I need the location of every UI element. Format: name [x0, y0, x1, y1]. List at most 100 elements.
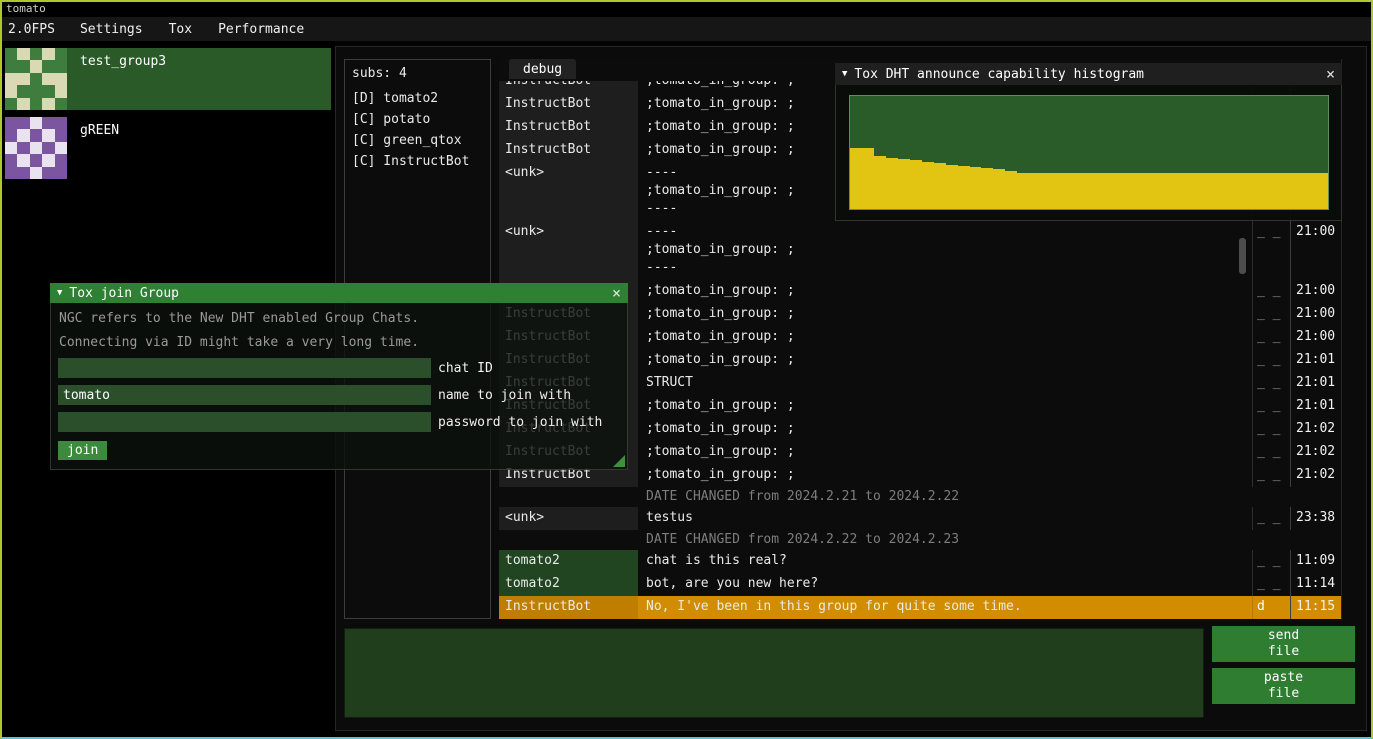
chat-scrollbar-thumb[interactable]	[1239, 238, 1246, 274]
chat-message-line: bot, are you new here?	[646, 575, 1252, 593]
histogram-bar	[886, 158, 898, 209]
window-title: tomato	[6, 2, 46, 15]
histogram-bar	[1197, 173, 1209, 209]
chat-time: 23:38	[1290, 507, 1336, 530]
menu-items: SettingsToxPerformance	[67, 17, 317, 41]
chat-message-line: ----	[646, 259, 1252, 277]
chat-flags: _ _	[1252, 550, 1290, 573]
chat-message-line: ----	[646, 223, 1252, 241]
histogram-bar	[1077, 173, 1089, 209]
histogram-bar	[1113, 173, 1125, 209]
join-window-titlebar[interactable]: ▼ Tox join Group ×	[50, 283, 628, 303]
close-icon[interactable]: ×	[1326, 67, 1335, 82]
send-file-label: file	[1268, 644, 1299, 660]
histogram-bar	[970, 167, 982, 209]
histogram-window-titlebar[interactable]: ▼ Tox DHT announce capability histogram …	[835, 63, 1342, 85]
member-item[interactable]: [C] green_qtox	[345, 130, 490, 151]
chat-message-line: ;tomato_in_group: ;	[646, 397, 1252, 415]
date-divider: DATE CHANGED from 2024.2.22 to 2024.2.23	[499, 530, 1341, 550]
join-button[interactable]: join	[58, 441, 107, 460]
message-input[interactable]	[344, 628, 1204, 718]
chat-time: 21:02	[1290, 441, 1336, 464]
resize-grip[interactable]	[613, 455, 625, 467]
menu-item-settings[interactable]: Settings	[67, 17, 156, 41]
chat-flags: _ _	[1252, 326, 1290, 349]
chat-sender: <unk>	[499, 162, 638, 221]
menu-item-tox[interactable]: Tox	[156, 17, 205, 41]
group-item-gREEN[interactable]: gREEN	[5, 117, 331, 179]
histogram-bar	[1209, 173, 1221, 209]
menubar: 2.0FPS SettingsToxPerformance	[0, 17, 1373, 41]
join-window-body: NGC refers to the New DHT enabled Group …	[50, 303, 628, 470]
histogram-bar	[1125, 173, 1137, 209]
histogram-bar	[1244, 173, 1256, 209]
histogram-bar	[850, 148, 862, 209]
group-name: gREEN	[80, 117, 119, 179]
chat-message-line: STRUCT	[646, 374, 1252, 392]
collapse-icon[interactable]: ▼	[57, 288, 62, 298]
paste-file-label: file	[1268, 686, 1299, 702]
chat-flags: d	[1252, 596, 1290, 619]
chat-message: chat is this real?	[638, 550, 1252, 573]
send-file-button[interactable]: send file	[1212, 626, 1355, 662]
group-item-test_group3[interactable]: test_group3	[5, 48, 331, 110]
histogram-bars	[850, 96, 1328, 209]
histogram-bar	[1137, 173, 1149, 209]
menu-item-performance[interactable]: Performance	[205, 17, 317, 41]
chat-sender: tomato2	[499, 573, 638, 596]
chat-sender: InstructBot	[499, 139, 638, 162]
histogram-window-body	[835, 85, 1342, 221]
histogram-bar	[922, 162, 934, 209]
histogram-bar	[1101, 173, 1113, 209]
member-item[interactable]: [C] potato	[345, 109, 490, 130]
chat-flags: _ _	[1252, 349, 1290, 372]
join-name-label: name to join with	[438, 388, 571, 403]
histogram-bar	[1185, 173, 1197, 209]
histogram-bar	[1280, 173, 1292, 209]
chat-sender: <unk>	[499, 507, 638, 530]
histogram-bar	[981, 168, 993, 209]
chat-message-line: testus	[646, 509, 1252, 527]
chat-message: ----;tomato_in_group: ;----	[638, 221, 1252, 280]
chat-message: ;tomato_in_group: ;	[638, 395, 1252, 418]
chat-flags: _ _	[1252, 303, 1290, 326]
chat-sender: InstructBot	[499, 93, 638, 116]
chat-row: <unk>----;tomato_in_group: ;----_ _21:00	[499, 221, 1341, 280]
close-icon[interactable]: ×	[612, 286, 621, 301]
send-file-label: send	[1268, 628, 1299, 644]
chat-time: 21:02	[1290, 464, 1336, 487]
chat-message-line: ;tomato_in_group: ;	[646, 466, 1252, 484]
chat-message-line: ;tomato_in_group: ;	[646, 420, 1252, 438]
chat-message: No, I've been in this group for quite so…	[638, 596, 1252, 619]
chat-time: 11:09	[1290, 550, 1336, 573]
histogram-bar	[1173, 173, 1185, 209]
join-password-label: password to join with	[438, 415, 602, 430]
histogram-bar	[1292, 173, 1304, 209]
chat-time: 21:00	[1290, 326, 1336, 349]
histogram-bar	[1041, 173, 1053, 209]
join-group-window: ▼ Tox join Group × NGC refers to the New…	[50, 283, 628, 470]
members-count: subs: 4	[345, 60, 490, 88]
join-name-input[interactable]	[58, 385, 431, 405]
member-item[interactable]: [C] InstructBot	[345, 151, 490, 172]
chat-time: 11:14	[1290, 573, 1336, 596]
chat-message-line: ;tomato_in_group: ;	[646, 328, 1252, 346]
histogram-bar	[1268, 173, 1280, 209]
chat-row: tomato2chat is this real?_ _11:09	[499, 550, 1341, 573]
chat-message: ;tomato_in_group: ;	[638, 418, 1252, 441]
chat-time: 21:01	[1290, 395, 1336, 418]
chat-message: STRUCT	[638, 372, 1252, 395]
chat-id-input[interactable]	[58, 358, 431, 378]
join-password-input[interactable]	[58, 412, 431, 432]
chat-flags: _ _	[1252, 372, 1290, 395]
histogram-bar	[958, 166, 970, 209]
member-item[interactable]: [D] tomato2	[345, 88, 490, 109]
histogram-bar	[1316, 173, 1328, 209]
paste-file-button[interactable]: paste file	[1212, 668, 1355, 704]
tab-debug[interactable]: debug	[509, 59, 576, 79]
group-name: test_group3	[80, 48, 166, 110]
join-window-title: Tox join Group	[69, 286, 179, 301]
chat-id-label: chat ID	[438, 361, 493, 376]
chat-time: 11:15	[1290, 596, 1336, 619]
collapse-icon[interactable]: ▼	[842, 69, 847, 79]
